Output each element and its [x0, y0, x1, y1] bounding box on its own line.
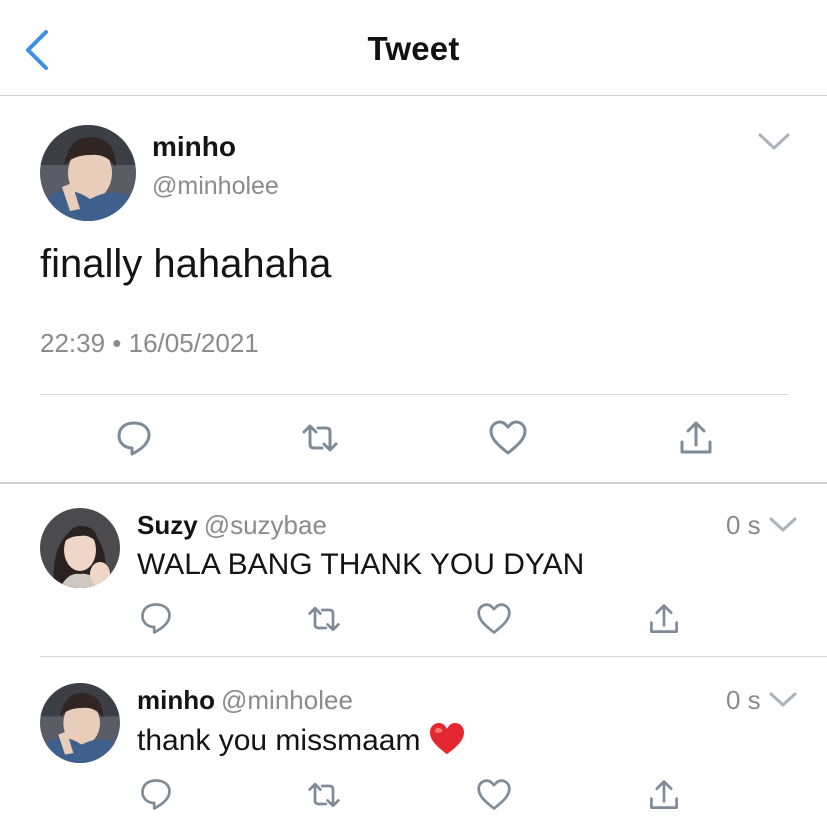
reply-divider: [40, 656, 827, 657]
red-heart-emoji: [428, 722, 466, 764]
reply-icon: [141, 779, 171, 810]
reply-author[interactable]: minho @minholee: [137, 685, 353, 716]
avatar[interactable]: [40, 508, 120, 588]
reply-button[interactable]: [138, 600, 178, 640]
page-title: Tweet: [367, 30, 460, 67]
avatar-photo: [40, 683, 120, 763]
tweet-timestamp: 22:39 • 16/05/2021: [40, 328, 259, 358]
chevron-down-icon: [769, 517, 797, 532]
like-button[interactable]: [476, 777, 516, 817]
share-button[interactable]: [646, 777, 686, 817]
reply-text: WALA BANG THANK YOU DYAN: [137, 548, 585, 581]
share-icon: [680, 421, 712, 454]
chevron-down-icon: [769, 692, 797, 707]
share-button[interactable]: [646, 601, 686, 641]
author-handle[interactable]: @minholee: [152, 172, 279, 201]
tweet-text: finally hahahaha: [40, 242, 332, 286]
more-options-button[interactable]: [768, 690, 798, 712]
retweet-button[interactable]: [300, 418, 340, 458]
like-icon: [477, 779, 511, 810]
more-options-button[interactable]: [757, 131, 791, 153]
retweet-icon: [302, 424, 338, 452]
reply-button[interactable]: [138, 776, 178, 816]
retweet-icon: [308, 606, 340, 632]
reply-text-line: thank you missmaam: [137, 722, 466, 764]
reply-author-handle[interactable]: @suzybae: [204, 510, 327, 540]
reply-button[interactable]: [114, 418, 154, 458]
like-icon: [489, 420, 527, 455]
like-button[interactable]: [488, 418, 528, 458]
retweet-button[interactable]: [306, 601, 346, 641]
retweet-icon: [308, 782, 340, 808]
reply-author-name[interactable]: Suzy: [137, 510, 198, 540]
reply-time: 0 s: [726, 685, 761, 715]
chevron-down-icon: [758, 133, 790, 150]
like-button[interactable]: [476, 601, 516, 641]
retweet-button[interactable]: [306, 777, 346, 817]
share-icon: [650, 604, 678, 633]
reply-author[interactable]: Suzy @suzybae: [137, 510, 327, 541]
reply-icon: [141, 603, 171, 634]
like-icon: [477, 603, 511, 634]
reply-text: thank you missmaam: [137, 724, 421, 757]
section-divider: [0, 482, 827, 484]
header-divider: [0, 95, 827, 96]
avatar[interactable]: [40, 125, 136, 221]
avatar-photo: [40, 508, 120, 588]
reply-author-handle[interactable]: @minholee: [221, 685, 353, 715]
share-icon: [650, 780, 678, 809]
tweet-divider: [40, 394, 788, 395]
share-button[interactable]: [676, 418, 716, 458]
reply-author-name[interactable]: minho: [137, 685, 215, 715]
avatar[interactable]: [40, 683, 120, 763]
avatar-photo: [40, 125, 136, 221]
more-options-button[interactable]: [768, 515, 798, 537]
reply-time: 0 s: [726, 510, 761, 540]
author-name[interactable]: minho: [152, 131, 236, 163]
reply-icon: [117, 421, 151, 456]
